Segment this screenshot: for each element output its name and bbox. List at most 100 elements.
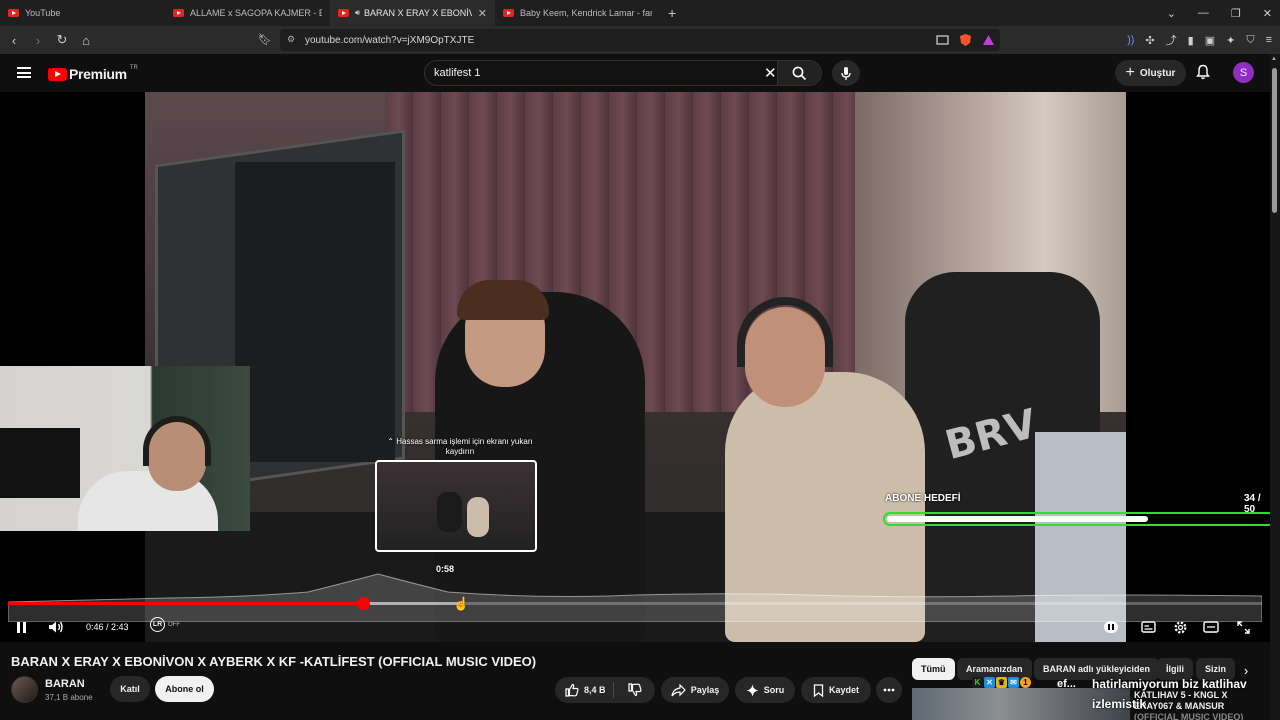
emoji-blue-icon: ✕ <box>984 677 995 688</box>
forward-icon[interactable]: › <box>28 33 48 48</box>
youtube-premium-logo[interactable]: Premium TR <box>48 65 138 82</box>
scrollbar-thumb[interactable] <box>1272 68 1277 213</box>
video-player[interactable]: BRV ⌃ Hassas sarma işlemi için ekranı yu… <box>0 92 1270 642</box>
progress-bar[interactable] <box>8 597 1262 610</box>
subtitles-button[interactable] <box>1139 618 1157 636</box>
cast-icon[interactable] <box>936 34 949 46</box>
sparkle-icon <box>746 684 759 697</box>
streamer-webcam-overlay <box>0 366 250 531</box>
speaker-icon[interactable]: 🔊︎ <box>355 8 360 18</box>
youtube-favicon-icon <box>503 9 514 17</box>
search-box: ✕ <box>424 60 822 86</box>
vpn-icon[interactable]: ⛉ <box>1246 34 1254 47</box>
loudness-state: OFF <box>168 622 180 628</box>
mute-button[interactable] <box>47 618 65 636</box>
chip-all[interactable]: Tümü <box>912 658 955 680</box>
fullscreen-button[interactable] <box>1234 618 1252 636</box>
time-display: 0:46 / 2:43 <box>86 622 129 632</box>
bookmark-icon <box>813 683 824 697</box>
thumbs-up-icon <box>565 683 579 697</box>
browser-tab-baby-keem[interactable]: Baby Keem, Kendrick Lamar - family <box>495 0 660 26</box>
gear-icon <box>1173 620 1187 634</box>
reload-icon[interactable]: ↻ <box>52 32 72 48</box>
ask-label: Soru <box>763 685 785 695</box>
share-label: Paylaş <box>690 685 720 695</box>
search-button[interactable] <box>777 61 821 85</box>
leo-ai-icon[interactable]: ✦ <box>1226 34 1235 47</box>
webcam-tv-shape <box>0 428 80 498</box>
like-button[interactable] <box>565 683 579 697</box>
home-icon[interactable]: ⌂ <box>76 33 96 48</box>
wallet-icon[interactable]: )) <box>1127 34 1134 46</box>
subtitles-icon <box>1140 621 1156 633</box>
youtube-favicon-icon <box>173 9 184 17</box>
close-tab-icon[interactable]: ✕ <box>478 7 487 20</box>
share-icon[interactable]: ⤴ <box>1166 32 1177 48</box>
create-button[interactable]: + Oluştur <box>1115 60 1186 86</box>
tab-title: ALLAME x SAGOPA KAJMER - BİR ŞA <box>190 8 322 18</box>
scrub-preview-thumbnail <box>375 460 537 552</box>
browser-tab-allame[interactable]: ALLAME x SAGOPA KAJMER - BİR ŞA <box>165 0 330 26</box>
bookmark-icon[interactable]: 🔖︎ <box>258 33 272 46</box>
thumbnail-caption-line1: hatirlamiyorum biz katlihav <box>1092 677 1247 691</box>
crypto-wallet-icon[interactable]: ▣ <box>1205 34 1215 47</box>
scroll-up-icon[interactable]: ▲ <box>1271 56 1277 62</box>
tab-title: Baby Keem, Kendrick Lamar - family <box>520 8 652 18</box>
video-title: BARAN X ERAY X EBONİVON X AYBERK X KF -K… <box>11 654 537 669</box>
chevron-up-icon: ⌃ <box>387 437 394 446</box>
recommended-title-line2: ERAY067 & MANSUR <box>1134 701 1225 711</box>
extensions-icon[interactable]: ✣ <box>1145 34 1154 47</box>
channel-name[interactable]: BARAN <box>45 678 85 690</box>
subscribe-button[interactable]: Abone ol <box>155 676 214 702</box>
minimize-icon[interactable]: — <box>1198 7 1209 19</box>
tab-title: BARAN X ERAY X EBONİVON <box>364 8 472 18</box>
clear-search-icon[interactable]: ✕ <box>764 64 777 82</box>
create-label: Oluştur <box>1139 67 1176 79</box>
tab-search-chevron-icon[interactable]: ⌄ <box>1167 7 1176 20</box>
scrubber-knob[interactable] <box>356 597 370 610</box>
site-settings-icon[interactable]: ⚙ <box>287 34 295 45</box>
save-button[interactable]: Kaydet <box>801 677 871 703</box>
account-avatar[interactable]: S <box>1233 62 1254 83</box>
menu-icon[interactable]: ≡ <box>1266 34 1272 46</box>
video-frame: BRV <box>145 92 1126 642</box>
ask-button[interactable]: Soru <box>735 677 795 703</box>
pause-button[interactable] <box>12 618 30 636</box>
fine-scrub-hint: ⌃ Hassas sarma işlemi için ekranı yukarı… <box>385 437 535 457</box>
new-tab-button[interactable]: + <box>660 5 684 21</box>
brave-shield-icon[interactable] <box>959 33 972 47</box>
emoji-blue2-icon: ✉ <box>1008 677 1019 688</box>
back-icon[interactable]: ‹ <box>4 33 24 48</box>
player-controls: 0:46 / 2:43 LR OFF <box>0 612 1270 642</box>
settings-button[interactable] <box>1171 618 1189 636</box>
search-icon <box>792 66 807 80</box>
dislike-button[interactable] <box>628 683 642 702</box>
window-controls: ⌄ — ❐ ✕ <box>1167 0 1272 26</box>
loudness-button[interactable]: LR <box>150 617 165 632</box>
share-button[interactable]: Paylaş <box>661 677 729 703</box>
close-window-icon[interactable]: ✕ <box>1263 7 1272 20</box>
brave-rewards-icon[interactable] <box>982 34 995 46</box>
guide-menu-icon[interactable] <box>17 67 31 78</box>
thumbnail-caption-line2: izlemistik <box>1092 697 1147 711</box>
theater-icon <box>1203 621 1219 633</box>
more-actions-button[interactable] <box>876 677 902 703</box>
search-input[interactable] <box>434 67 734 79</box>
voice-search-button[interactable] <box>832 60 860 86</box>
autoplay-toggle[interactable] <box>1104 621 1118 633</box>
channel-avatar[interactable] <box>11 676 38 703</box>
join-button[interactable]: Katıl <box>110 676 150 702</box>
sidebar-icon[interactable]: ▮ <box>1188 34 1194 47</box>
restore-icon[interactable]: ❐ <box>1231 7 1241 20</box>
browser-tab-baran-active[interactable]: 🔊︎ BARAN X ERAY X EBONİVON ✕ <box>330 0 495 26</box>
bell-icon <box>1196 64 1210 80</box>
plus-icon: + <box>1125 64 1135 81</box>
theater-mode-button[interactable] <box>1202 618 1220 636</box>
browser-tab-youtube[interactable]: YouTube <box>0 0 165 26</box>
recommended-video-title[interactable]: KATLIHAV 5 - KNGL X ERAY067 & MANSUR (OF… <box>1134 690 1243 720</box>
address-bar[interactable]: 🔖︎ ⚙ youtube.com/watch?v=jXM9OpTXJTE <box>258 29 1000 51</box>
notifications-button[interactable] <box>1196 64 1210 85</box>
more-dots-icon <box>883 688 895 692</box>
recommended-title-line1: KATLIHAV 5 - KNGL X <box>1134 690 1228 700</box>
page-scrollbar[interactable]: ▲ <box>1270 54 1280 720</box>
